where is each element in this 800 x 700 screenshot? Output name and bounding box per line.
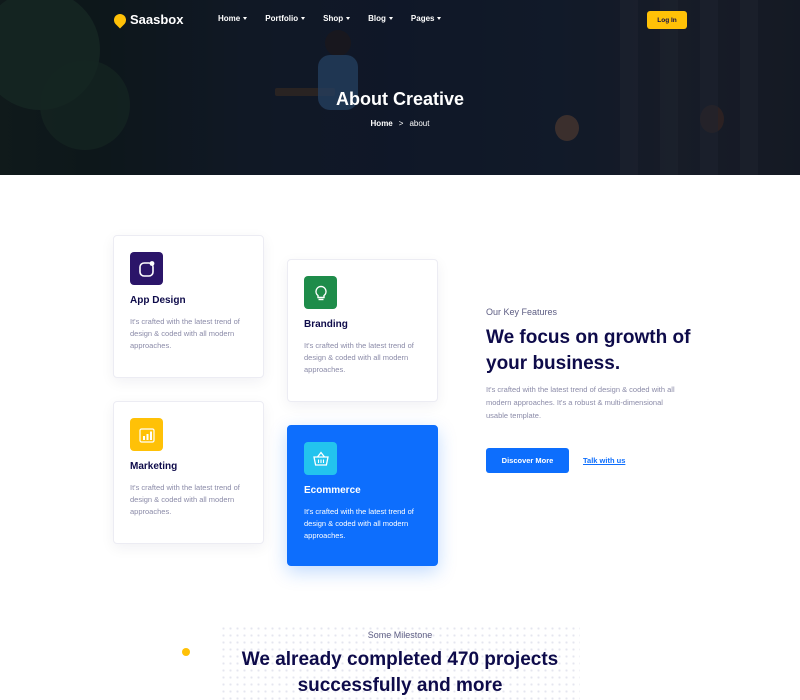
chevron-down-icon [346, 17, 351, 20]
chevron-down-icon [388, 17, 393, 20]
nav-item-pages[interactable]: Pages [411, 14, 442, 23]
breadcrumb-home-link[interactable]: Home [371, 119, 393, 128]
feature-card-marketing[interactable]: Marketing It's crafted with the latest t… [113, 401, 264, 544]
logo-icon [111, 11, 129, 28]
lightbulb-icon-glyph [314, 285, 327, 300]
lightbulb-icon [304, 276, 337, 309]
feature-title: Branding [304, 319, 348, 330]
nav-item-shop[interactable]: Shop [323, 14, 351, 23]
feature-title: Marketing [130, 461, 178, 472]
login-button[interactable]: Log In [647, 11, 687, 29]
section-subtitle: Our Key Features [486, 307, 558, 317]
feature-description: It's crafted with the latest trend of de… [130, 483, 240, 516]
basket-icon-glyph [312, 450, 329, 466]
nav-item-label: Shop [323, 14, 344, 23]
nav-item-label: Home [218, 14, 241, 23]
chevron-down-icon [301, 17, 306, 20]
brand-logo[interactable]: Saasbox [111, 11, 184, 28]
feature-description: It's crafted with the latest trend of de… [304, 507, 414, 540]
chevron-down-icon [243, 17, 248, 20]
breadcrumb-separator-icon: > [398, 119, 404, 128]
main-menu: Home Portfolio Shop Blog Pages [218, 14, 442, 23]
milestone-title-text: We already completed 470 projects succes… [241, 649, 559, 696]
feature-title: Ecommerce [304, 485, 361, 496]
breadcrumb: Home > about [0, 119, 800, 128]
brand-name: Saasbox [130, 12, 184, 27]
page-title: About Creative [335, 89, 465, 109]
nav-item-label: Pages [410, 14, 435, 23]
bar-chart-icon-glyph [138, 427, 155, 443]
milestone-subtitle: Some Milestone [367, 630, 433, 640]
section-description: It's crafted with the latest trend of de… [486, 385, 675, 420]
top-navigation: Saasbox Home Portfolio Shop Blog Pages L… [0, 0, 800, 40]
feature-description: It's crafted with the latest trend of de… [304, 341, 414, 374]
app-icon [130, 252, 163, 285]
nav-item-portfolio[interactable]: Portfolio [265, 14, 306, 23]
basket-icon [304, 442, 337, 475]
section-title: We focus on growth of your business. [486, 327, 691, 374]
nav-item-blog[interactable]: Blog [368, 14, 393, 23]
app-icon-glyph [138, 260, 154, 277]
nav-item-label: Portfolio [265, 14, 299, 23]
talk-with-us-link[interactable]: Talk with us [583, 456, 625, 465]
nav-item-label: Blog [368, 14, 386, 23]
feature-description: It's crafted with the latest trend of de… [130, 317, 240, 350]
nav-item-home[interactable]: Home [218, 14, 248, 23]
bar-chart-icon [130, 418, 163, 451]
breadcrumb-current: about [409, 119, 430, 128]
feature-title: App Design [130, 295, 186, 306]
milestone-title: We already completed 470 projects succes… [0, 647, 800, 699]
feature-card-branding[interactable]: Branding It's crafted with the latest tr… [287, 259, 438, 402]
discover-more-button[interactable]: Discover More [486, 448, 569, 473]
feature-card-ecommerce[interactable]: Ecommerce It's crafted with the latest t… [287, 425, 438, 566]
hero-banner: Saasbox Home Portfolio Shop Blog Pages L… [0, 0, 800, 175]
feature-card-app-design[interactable]: App Design It's crafted with the latest … [113, 235, 264, 378]
chevron-down-icon [437, 17, 442, 20]
